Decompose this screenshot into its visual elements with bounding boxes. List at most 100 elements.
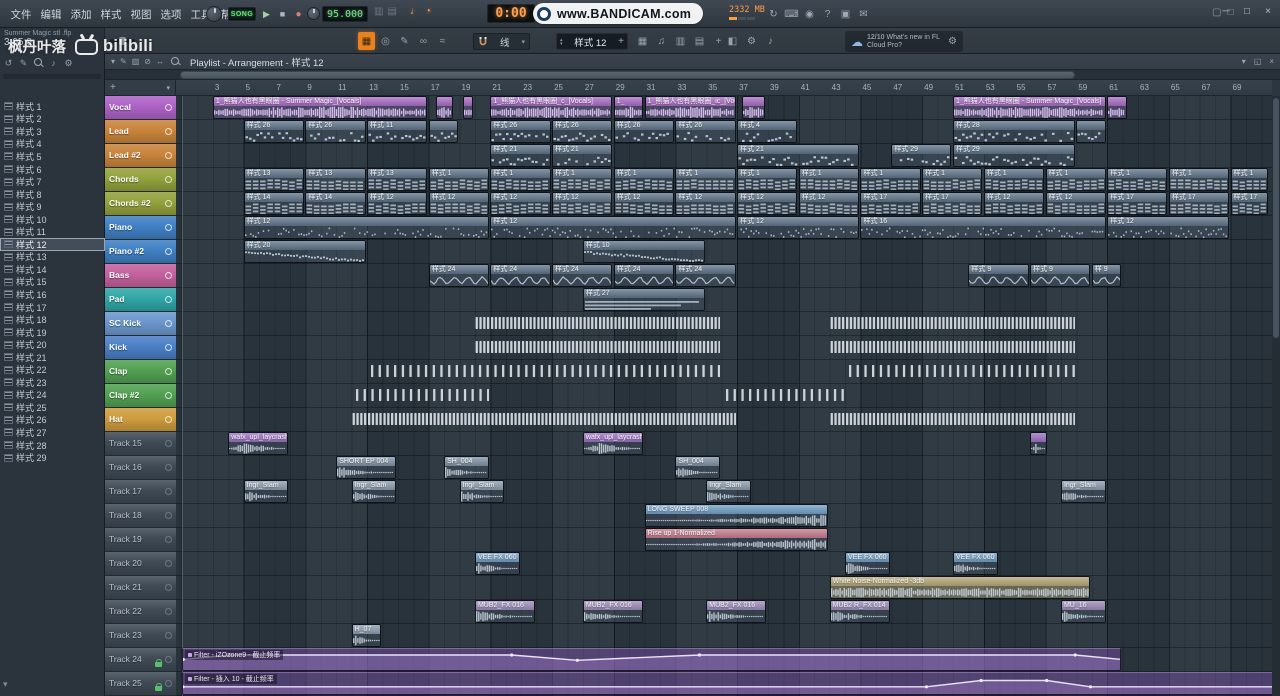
- beat-clip[interactable]: [352, 408, 736, 431]
- pattern-list-item[interactable]: 样式 8: [0, 188, 105, 201]
- audio-clip[interactable]: MUB2_FX 016: [582, 600, 644, 623]
- pattern-list-item[interactable]: 样式 17: [0, 301, 105, 314]
- pattern-clip[interactable]: 样式 24: [552, 264, 613, 287]
- pattern-clip[interactable]: 样式 24: [490, 264, 551, 287]
- pattern-clip[interactable]: 样式 12: [798, 192, 859, 215]
- time-display[interactable]: 0:00: [487, 4, 535, 23]
- beat-clip[interactable]: [830, 312, 1075, 335]
- track-channel-icon[interactable]: [165, 440, 172, 447]
- audio-clip[interactable]: Ingr_Slam: [706, 480, 752, 503]
- pattern-clip[interactable]: 样式 12: [428, 192, 489, 215]
- pattern-list-item[interactable]: 样式 10: [0, 213, 105, 226]
- pattern-clip[interactable]: 样式 12: [675, 192, 736, 215]
- pattern-clip[interactable]: 样式 1: [922, 168, 983, 191]
- pencil-icon[interactable]: ✎: [17, 56, 30, 70]
- track-header[interactable]: Lead #2: [105, 144, 176, 168]
- pattern-clip[interactable]: 样式 12: [737, 192, 798, 215]
- playlist-vscrollbar[interactable]: [1272, 96, 1280, 696]
- pattern-clip[interactable]: 样式 26: [305, 120, 366, 143]
- track-header[interactable]: Clap #2: [105, 384, 176, 408]
- audio-clip[interactable]: [1030, 432, 1048, 455]
- track-channel-icon[interactable]: [165, 320, 172, 327]
- pattern-list-item[interactable]: 样式 29: [0, 451, 105, 464]
- audio-clip[interactable]: wafx_upl_laycrash: [228, 432, 289, 455]
- track-channel-icon[interactable]: [165, 512, 172, 519]
- add-icon[interactable]: +: [110, 82, 116, 93]
- track-channel-icon[interactable]: [165, 488, 172, 495]
- track-channel-icon[interactable]: [165, 608, 172, 615]
- beat-clip[interactable]: [830, 408, 1075, 431]
- snap-selector[interactable]: 线 ▾: [473, 33, 530, 50]
- typing-keyboard-icon[interactable]: ⌨: [784, 6, 799, 22]
- shuffle-slider[interactable]: [110, 37, 135, 45]
- track-header[interactable]: Piano: [105, 216, 176, 240]
- track-header[interactable]: Track 25: [105, 672, 176, 696]
- menu-down-icon[interactable]: ▾: [1242, 57, 1246, 66]
- menu-item[interactable]: 编辑: [36, 7, 66, 22]
- playlist-grid[interactable]: 1_熊猫人也有黑眼圈 - Summer Magic_[Vocals] 1_熊猫人也…: [176, 96, 1272, 696]
- pattern-clip[interactable]: 样式 4: [737, 120, 798, 143]
- audio-clip[interactable]: SH_004: [444, 456, 489, 479]
- pattern-clip[interactable]: 样式 1: [675, 168, 736, 191]
- pattern-block-icon[interactable]: ▥: [374, 6, 383, 17]
- audio-clip[interactable]: SH_004: [675, 456, 721, 479]
- sync-icon[interactable]: ↻: [766, 6, 781, 22]
- pattern-list-item[interactable]: 样式 15: [0, 276, 105, 289]
- pattern-clip[interactable]: 样式 12: [737, 216, 859, 239]
- track-header[interactable]: Track 20: [105, 552, 176, 576]
- pattern-list-item[interactable]: 样式 27: [0, 426, 105, 439]
- pattern-clip[interactable]: 样式 1: [1045, 168, 1106, 191]
- link-icon[interactable]: ∞: [415, 32, 432, 50]
- audio-clip[interactable]: MUB2_FX 016: [474, 600, 536, 623]
- track-header[interactable]: Bass: [105, 264, 176, 288]
- pattern-clip[interactable]: 样式 1: [1230, 168, 1268, 191]
- track-channel-icon[interactable]: [165, 152, 172, 159]
- pattern-clip[interactable]: 样式 12: [983, 192, 1044, 215]
- pattern-list-item[interactable]: 样式 28: [0, 439, 105, 452]
- track-header[interactable]: Track 23: [105, 624, 176, 648]
- pattern-clip[interactable]: [1076, 120, 1106, 143]
- stop-button[interactable]: ■: [275, 6, 290, 22]
- pattern-clip[interactable]: 样式 26: [243, 120, 304, 143]
- pattern-clip[interactable]: 样式 14: [305, 192, 366, 215]
- vscroll-thumb[interactable]: [1273, 98, 1279, 338]
- pattern-clip[interactable]: 样式 1: [613, 168, 674, 191]
- track-channel-icon[interactable]: [165, 368, 172, 375]
- master-volume-knob[interactable]: [307, 7, 320, 20]
- pattern-clip[interactable]: 样式 27: [582, 288, 705, 311]
- audio-clip[interactable]: VEE FX 060: [845, 552, 890, 575]
- playlist-hscrollbar[interactable]: [105, 70, 1280, 80]
- record-button[interactable]: ●: [291, 6, 306, 22]
- pattern-clip[interactable]: 样式 16: [860, 216, 1106, 239]
- pattern-clip[interactable]: 样式 1: [552, 168, 613, 191]
- beat-clip[interactable]: [475, 336, 721, 359]
- note-icon[interactable]: ♪: [762, 32, 779, 50]
- track-header[interactable]: Track 22: [105, 600, 176, 624]
- playlist-grid-icon[interactable]: ▦: [358, 32, 375, 50]
- pattern-clip[interactable]: 样式 11: [367, 120, 428, 143]
- gear-icon[interactable]: ⚙: [62, 56, 75, 70]
- audio-clip[interactable]: Ingr_Slam: [459, 480, 505, 503]
- track-channel-icon[interactable]: [165, 272, 172, 279]
- track-header[interactable]: Track 19: [105, 528, 176, 552]
- pattern-list-item[interactable]: 样式 23: [0, 376, 105, 389]
- pattern-clip[interactable]: 样式 21: [490, 144, 551, 167]
- pattern-clip[interactable]: 样式 17: [1230, 192, 1268, 215]
- track-channel-icon[interactable]: [165, 200, 172, 207]
- pattern-clip[interactable]: 样式 24: [675, 264, 736, 287]
- pattern-clip[interactable]: 样式 9: [1030, 264, 1091, 287]
- pattern-clip[interactable]: 样式 24: [428, 264, 489, 287]
- pattern-clip[interactable]: 样式 21: [737, 144, 859, 167]
- audio-clip[interactable]: wafx_upl_laycrash: [582, 432, 644, 455]
- audio-clip[interactable]: LONG SWEEP 008: [644, 504, 829, 527]
- audio-clip[interactable]: 1_熊猫人也有黑眼圈 - Summer Magic_[Vocals]: [212, 96, 428, 119]
- pattern-list-item[interactable]: 样式 4: [0, 138, 105, 151]
- playlist-titlebar[interactable]: ▾ ✎ ▨ ⊘ ↔ Playlist - Arrangement - 样式 12 ▾ ◱ ×: [105, 54, 1280, 70]
- search-icon[interactable]: [32, 56, 45, 70]
- draw-icon[interactable]: ✎: [396, 32, 413, 50]
- pattern-list-item[interactable]: 样式 24: [0, 389, 105, 402]
- pattern-list-item[interactable]: 样式 14: [0, 263, 105, 276]
- pattern-list-item[interactable]: 样式 2: [0, 113, 105, 126]
- beat-clip[interactable]: [475, 312, 721, 335]
- piano-roll-icon[interactable]: ♫: [653, 32, 670, 50]
